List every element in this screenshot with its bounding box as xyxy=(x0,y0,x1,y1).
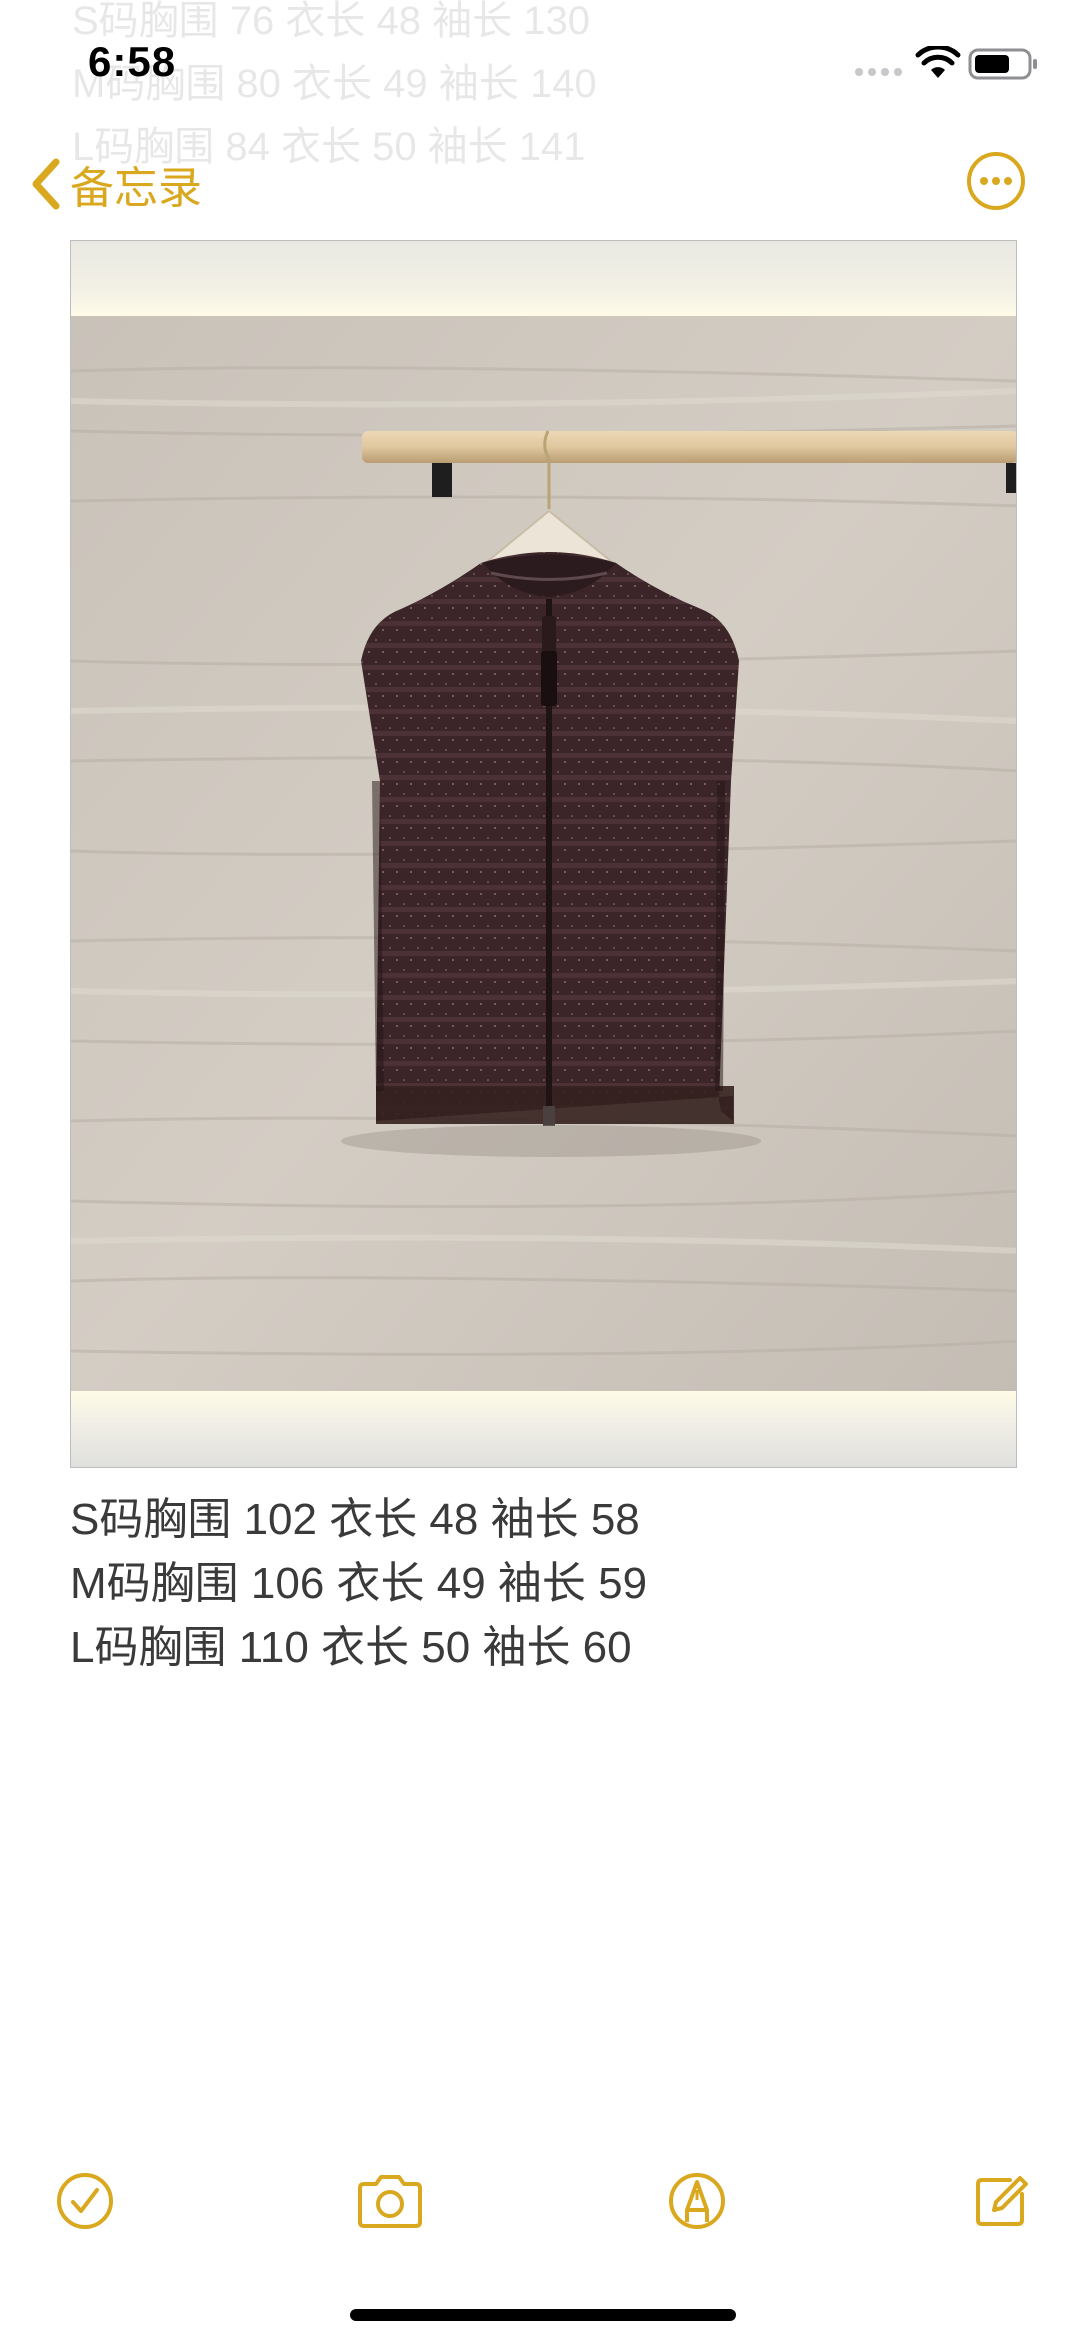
back-button[interactable]: 备忘录 xyxy=(28,152,202,216)
nav-bar: 备忘录 xyxy=(0,140,1080,230)
notes-screen: S码胸围 76 衣长 48 袖长 130 M码胸围 80 衣长 49 袖长 14… xyxy=(0,0,1080,2337)
note-line: M码胸围 106 衣长 49 袖长 59 xyxy=(70,1559,648,1608)
note-line: L码胸围 110 衣长 50 袖长 60 xyxy=(70,1623,632,1672)
checklist-button[interactable] xyxy=(54,2170,116,2237)
back-label: 备忘录 xyxy=(70,164,202,213)
camera-button[interactable] xyxy=(354,2170,426,2237)
chevron-left-icon xyxy=(32,158,60,210)
camera-icon xyxy=(358,2175,422,2228)
markup-pen-icon xyxy=(669,2173,725,2229)
garment-photo-image xyxy=(71,241,1016,1467)
checklist-icon xyxy=(57,2173,113,2229)
more-button[interactable] xyxy=(965,150,1027,217)
cellular-signal-icon xyxy=(855,68,902,76)
status-bar: 6:58 xyxy=(0,0,1080,130)
home-indicator[interactable] xyxy=(350,2309,736,2321)
bottom-toolbar xyxy=(0,2170,1080,2250)
note-line: S码胸围 102 衣长 48 袖长 58 xyxy=(70,1495,640,1544)
status-time: 6:58 xyxy=(88,38,177,85)
note-body[interactable]: S码胸围 102 衣长 48 袖长 58 M码胸围 106 衣长 49 袖长 5… xyxy=(70,1488,647,1680)
battery-icon xyxy=(968,48,1037,80)
compose-icon xyxy=(976,2176,1028,2226)
attached-photo[interactable] xyxy=(70,240,1017,1468)
markup-button[interactable] xyxy=(666,2170,728,2237)
ellipsis-circle-icon xyxy=(967,152,1025,210)
wifi-icon xyxy=(915,46,961,78)
compose-button[interactable] xyxy=(970,2170,1032,2237)
